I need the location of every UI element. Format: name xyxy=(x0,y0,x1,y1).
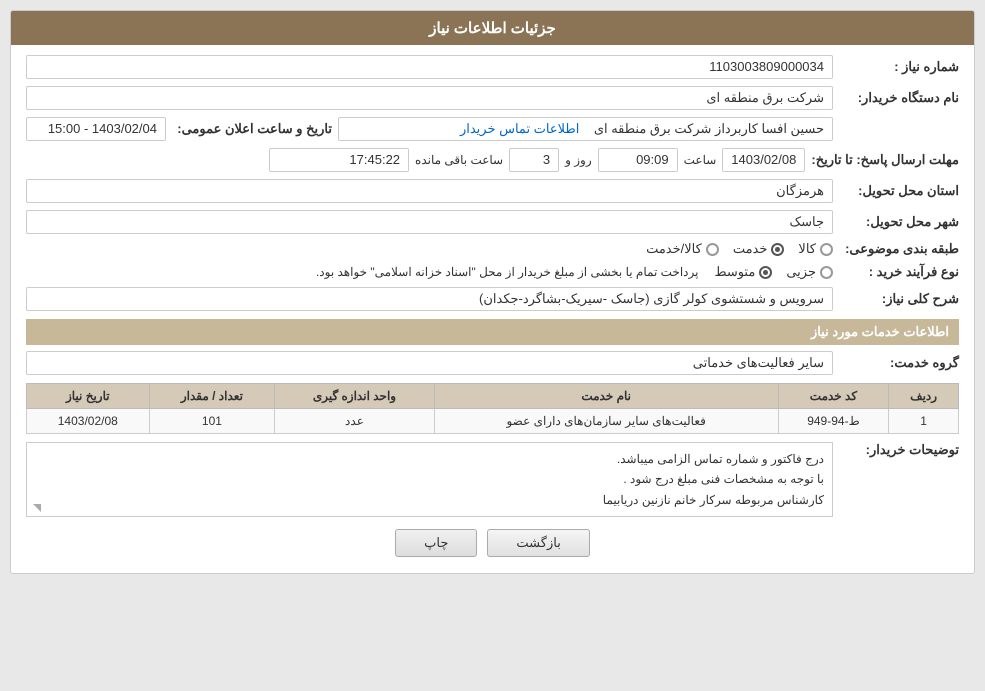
need-description-label: شرح کلی نیاز: xyxy=(839,291,959,307)
radio-kala-khedmat xyxy=(706,243,719,256)
print-button[interactable]: چاپ xyxy=(395,529,477,557)
deadline-days: 3 xyxy=(509,148,559,172)
table-row: 1ط-94-949فعالیت‌های سایر سازمان‌های دارا… xyxy=(27,409,959,434)
col-rownum: ردیف xyxy=(889,384,959,409)
province-row: استان محل تحویل: هرمزگان xyxy=(26,179,959,203)
category-row: طبقه بندی موضوعی: کالا خدمت کالا/خدمت xyxy=(26,241,959,257)
services-table: ردیف کد خدمت نام خدمت واحد اندازه گیری ت… xyxy=(26,383,959,434)
need-description-value: سرویس و شستشوی کولر گازی (جاسک -سیریک-بش… xyxy=(26,287,833,311)
page-title: جزئیات اطلاعات نیاز xyxy=(11,11,974,45)
table-cell-1: ط-94-949 xyxy=(778,409,888,434)
purchase-type-jozi[interactable]: جزیی xyxy=(786,264,833,280)
category-option-khedmat[interactable]: خدمت xyxy=(733,241,785,257)
deadline-time: 09:09 xyxy=(598,148,678,172)
deadline-row: مهلت ارسال پاسخ: تا تاریخ: 1403/02/08 سا… xyxy=(26,148,959,172)
category-radio-group: کالا خدمت کالا/خدمت xyxy=(26,241,833,257)
col-date: تاریخ نیاز xyxy=(27,384,150,409)
buyer-desc-label: توضیحات خریدار: xyxy=(839,442,959,458)
date-value: 1403/02/04 - 15:00 xyxy=(26,117,166,141)
buyer-desc-row: توضیحات خریدار: درج فاکتور و شماره تماس … xyxy=(26,442,959,517)
buyer-org-label: نام دستگاه خریدار: xyxy=(839,90,959,106)
deadline-time-label: ساعت xyxy=(684,153,717,167)
need-number-value: 1103003809000034 xyxy=(26,55,833,79)
province-value: هرمزگان xyxy=(26,179,833,203)
purchase-note: پرداخت تمام یا بخشی از مبلغ خریدار از مح… xyxy=(26,265,698,279)
col-name: نام خدمت xyxy=(434,384,778,409)
need-description-row: شرح کلی نیاز: سرویس و شستشوی کولر گازی (… xyxy=(26,287,959,311)
need-number-row: شماره نیاز : 1103003809000034 xyxy=(26,55,959,79)
need-number-label: شماره نیاز : xyxy=(839,59,959,75)
purchase-type-radio-group: جزیی متوسط xyxy=(714,264,833,280)
contact-link[interactable]: اطلاعات تماس خریدار xyxy=(460,121,579,136)
city-value: جاسک xyxy=(26,210,833,234)
back-button[interactable]: بازگشت xyxy=(487,529,589,557)
deadline-date: 1403/02/08 xyxy=(722,148,805,172)
radio-motavaset xyxy=(759,266,772,279)
services-section-title: اطلاعات خدمات مورد نیاز xyxy=(26,319,959,345)
city-label: شهر محل تحویل: xyxy=(839,214,959,230)
purchase-type-label: نوع فرآیند خرید : xyxy=(839,264,959,280)
button-row: بازگشت چاپ xyxy=(26,529,959,557)
table-cell-0: 1 xyxy=(889,409,959,434)
table-cell-2: فعالیت‌های سایر سازمان‌های دارای عضو xyxy=(434,409,778,434)
table-cell-5: 1403/02/08 xyxy=(27,409,150,434)
purchase-type-row: نوع فرآیند خرید : جزیی متوسط پرداخت تمام… xyxy=(26,264,959,280)
category-option-kala-khedmat[interactable]: کالا/خدمت xyxy=(646,241,719,257)
deadline-label: مهلت ارسال پاسخ: تا تاریخ: xyxy=(811,152,959,168)
category-label: طبقه بندی موضوعی: xyxy=(839,241,959,257)
radio-khedmat xyxy=(771,243,784,256)
category-option-kala[interactable]: کالا xyxy=(798,241,833,257)
table-cell-4: 101 xyxy=(149,409,275,434)
buyer-desc-value: درج فاکتور و شماره تماس الزامی میباشد. ب… xyxy=(26,442,833,517)
province-label: استان محل تحویل: xyxy=(839,183,959,199)
services-table-section: ردیف کد خدمت نام خدمت واحد اندازه گیری ت… xyxy=(26,383,959,434)
date-creator-row: حسین افسا کاربرداز شرکت برق منطقه ای اطل… xyxy=(26,117,959,141)
radio-jozi xyxy=(820,266,833,279)
buyer-org-row: نام دستگاه خریدار: شرکت برق منطقه ای xyxy=(26,86,959,110)
buyer-org-value: شرکت برق منطقه ای xyxy=(26,86,833,110)
date-label: تاریخ و ساعت اعلان عمومی: xyxy=(172,121,332,137)
creator-value: حسین افسا کاربرداز شرکت برق منطقه ای اطل… xyxy=(338,117,833,141)
deadline-day-label: روز و xyxy=(565,153,592,167)
radio-kala xyxy=(820,243,833,256)
purchase-type-motavaset[interactable]: متوسط xyxy=(714,264,772,280)
city-row: شهر محل تحویل: جاسک xyxy=(26,210,959,234)
table-cell-3: عدد xyxy=(275,409,434,434)
deadline-remaining: 17:45:22 xyxy=(269,148,409,172)
service-group-row: گروه خدمت: سایر فعالیت‌های خدماتی xyxy=(26,351,959,375)
service-group-value: سایر فعالیت‌های خدماتی xyxy=(26,351,833,375)
col-code: کد خدمت xyxy=(778,384,888,409)
service-group-label: گروه خدمت: xyxy=(839,355,959,371)
col-unit: واحد اندازه گیری xyxy=(275,384,434,409)
col-qty: تعداد / مقدار xyxy=(149,384,275,409)
deadline-remaining-label: ساعت باقی مانده xyxy=(415,153,503,167)
